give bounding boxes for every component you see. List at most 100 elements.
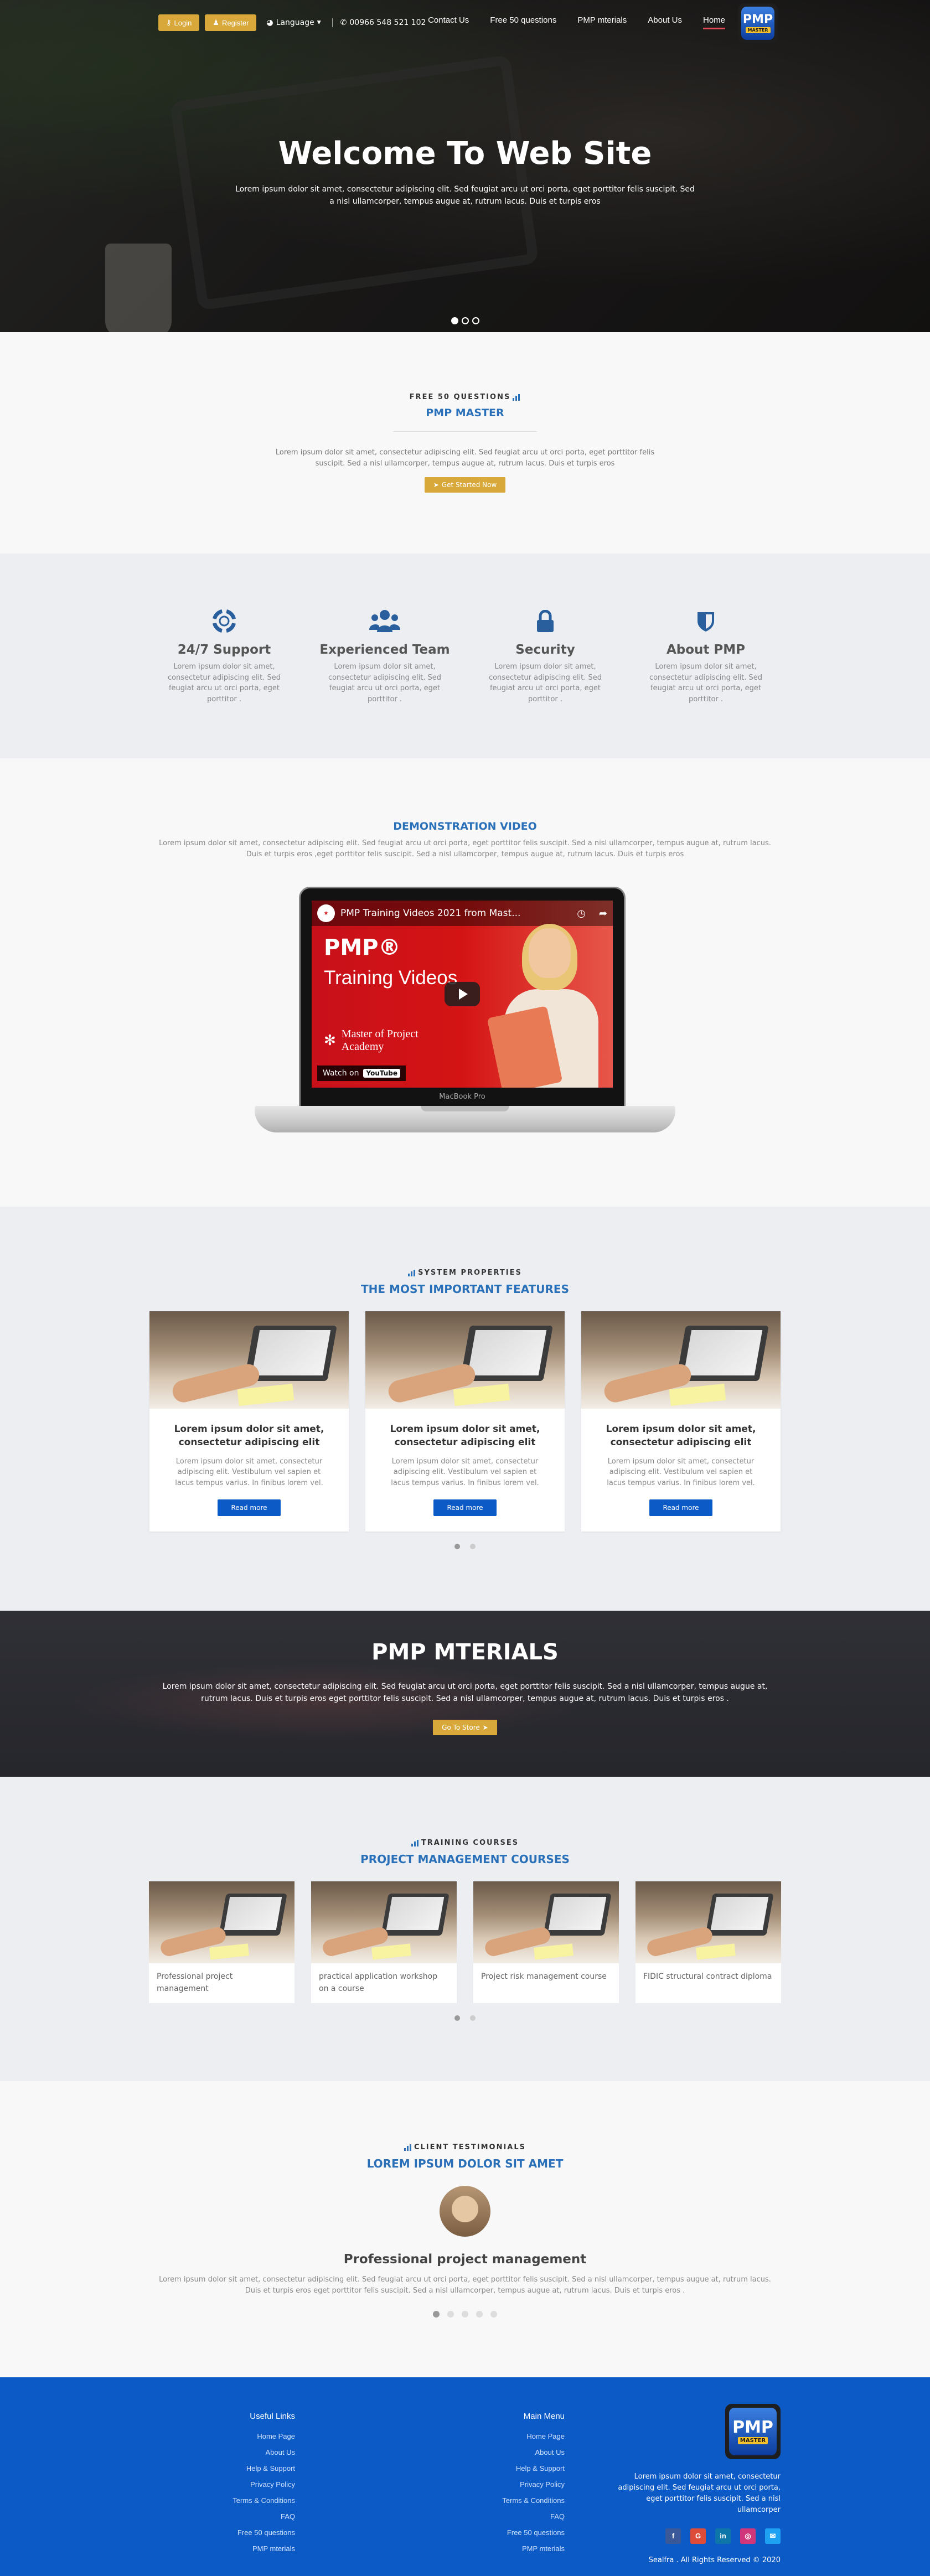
nav-contact-us[interactable]: Contact Us bbox=[428, 15, 469, 29]
courses-slider-dots bbox=[0, 2015, 930, 2021]
hero-section: ⚷ Login ♟ Register ◕ Language ▼ ✆ 00966 … bbox=[0, 0, 930, 332]
main-nav: Contact Us Free 50 questions PMP mterial… bbox=[428, 15, 726, 29]
facebook-icon[interactable]: f bbox=[665, 2528, 681, 2544]
slider-dot-2[interactable] bbox=[470, 1544, 476, 1549]
card-title: Lorem ipsum dolor sit amet, consectetur … bbox=[174, 1424, 324, 1448]
read-more-button[interactable]: Read more bbox=[649, 1499, 712, 1517]
video-title: PMP Training Videos 2021 from Mast... bbox=[340, 908, 521, 919]
footer-logo[interactable]: PMP MASTER bbox=[725, 2404, 781, 2459]
footer-link-free-50[interactable]: Free 50 questions bbox=[502, 2528, 565, 2537]
feature-title: Experienced Team bbox=[319, 643, 450, 657]
footer-link-home[interactable]: Home Page bbox=[232, 2432, 295, 2440]
footer-link-free-50[interactable]: Free 50 questions bbox=[232, 2528, 295, 2537]
main-menu-column: Main Menu Home Page About Us Help & Supp… bbox=[502, 2412, 565, 2561]
presenter-image bbox=[487, 924, 598, 1088]
clock-icon[interactable]: ◷ bbox=[577, 908, 586, 919]
go-to-store-button[interactable]: Go To Store ➤ bbox=[433, 1719, 497, 1735]
footer-link-help[interactable]: Help & Support bbox=[502, 2464, 565, 2472]
testimonial-dot-2[interactable] bbox=[447, 2311, 454, 2318]
feature-title: Security bbox=[515, 643, 575, 657]
useful-links-heading: Useful Links bbox=[250, 2412, 295, 2421]
share-icon[interactable]: ➦ bbox=[599, 908, 607, 919]
course-card[interactable]: Professional project management bbox=[149, 1881, 294, 2003]
footer-link-materials[interactable]: PMP mterials bbox=[232, 2544, 295, 2553]
testimonials-section: Client Testimonials LOREM IPSUM DOLOR SI… bbox=[0, 2081, 930, 2377]
slider-dot-2[interactable] bbox=[470, 2015, 476, 2021]
testimonial-text: Lorem ipsum dolor sit amet, consectetur … bbox=[159, 2275, 771, 2295]
watch-on-youtube-button[interactable]: Watch on YouTube bbox=[317, 1065, 406, 1082]
hero-dot-1[interactable] bbox=[451, 317, 458, 324]
card-title: Lorem ipsum dolor sit amet, consectetur … bbox=[606, 1424, 756, 1448]
macbook-screen: ★ PMP Training Videos 2021 from Mast... … bbox=[299, 887, 626, 1109]
footer-link-terms[interactable]: Terms & Conditions bbox=[232, 2496, 295, 2505]
feature-card: Lorem ipsum dolor sit amet, consectetur … bbox=[581, 1311, 781, 1532]
bar-chart-icon bbox=[408, 1269, 416, 1276]
play-button[interactable] bbox=[445, 982, 480, 1007]
footer-link-terms[interactable]: Terms & Conditions bbox=[502, 2496, 565, 2505]
footer-link-faq[interactable]: FAQ bbox=[232, 2512, 295, 2521]
language-dropdown[interactable]: ◕ Language ▼ bbox=[266, 18, 321, 27]
footer-link-about[interactable]: About Us bbox=[502, 2448, 565, 2456]
read-more-button[interactable]: Read more bbox=[433, 1499, 497, 1517]
course-card[interactable]: FIDIC structural contract diploma bbox=[636, 1881, 781, 2003]
hero-dot-3[interactable] bbox=[472, 317, 479, 324]
feature-team: Experienced Team Lorem ipsum dolor sit a… bbox=[304, 607, 465, 758]
card-photo bbox=[581, 1311, 781, 1409]
course-title: practical application workshop on a cour… bbox=[319, 1972, 438, 1993]
testimonials-kicker: Client Testimonials bbox=[0, 2143, 930, 2151]
card-text: Lorem ipsum dolor sit amet, consectetur … bbox=[175, 1457, 323, 1487]
key-icon: ⚷ bbox=[166, 18, 172, 27]
testimonials-title: LOREM IPSUM DOLOR SIT AMET bbox=[366, 2157, 564, 2170]
card-text: Lorem ipsum dolor sit amet, consectetur … bbox=[391, 1457, 539, 1487]
feature-text: Lorem ipsum dolor sit amet, consectetur … bbox=[649, 663, 763, 704]
get-started-button[interactable]: ➤ Get Started Now bbox=[424, 477, 506, 493]
card-photo bbox=[149, 1311, 349, 1409]
channel-avatar: ★ bbox=[317, 904, 335, 923]
course-photo bbox=[311, 1881, 457, 1963]
shield-icon bbox=[626, 607, 786, 635]
linkedin-icon[interactable]: in bbox=[715, 2528, 731, 2544]
card-title: Lorem ipsum dolor sit amet, consectetur … bbox=[390, 1424, 540, 1448]
testimonial-dot-5[interactable] bbox=[490, 2311, 497, 2318]
footer-link-about[interactable]: About Us bbox=[232, 2448, 295, 2456]
nav-home[interactable]: Home bbox=[702, 15, 726, 29]
hero-text: Lorem ipsum dolor sit amet, consectetur … bbox=[235, 185, 695, 206]
footer-link-home[interactable]: Home Page bbox=[502, 2432, 565, 2440]
footer: Useful Links Home Page About Us Help & S… bbox=[0, 2377, 930, 2576]
properties-cards: Lorem ipsum dolor sit amet, consectetur … bbox=[0, 1311, 930, 1532]
read-more-button[interactable]: Read more bbox=[218, 1499, 281, 1517]
footer-link-privacy[interactable]: Privacy Policy bbox=[232, 2480, 295, 2489]
site-logo[interactable]: PMP MASTER bbox=[738, 3, 778, 43]
nav-about-us[interactable]: About Us bbox=[648, 15, 682, 29]
materials-content: PMP MTERIALS Lorem ipsum dolor sit amet,… bbox=[0, 1611, 930, 1735]
instagram-icon[interactable]: ◎ bbox=[740, 2528, 756, 2544]
card-photo bbox=[365, 1311, 565, 1409]
slider-dot-1[interactable] bbox=[454, 1544, 460, 1549]
hero-dot-2[interactable] bbox=[461, 317, 469, 324]
login-button[interactable]: ⚷ Login bbox=[158, 14, 200, 31]
footer-link-privacy[interactable]: Privacy Policy bbox=[502, 2480, 565, 2489]
register-button[interactable]: ♟ Register bbox=[205, 14, 257, 31]
footer-brand: PMP MASTER Lorem ipsum dolor sit amet, c… bbox=[614, 2404, 781, 2564]
footer-link-faq[interactable]: FAQ bbox=[502, 2512, 565, 2521]
footer-link-help[interactable]: Help & Support bbox=[232, 2464, 295, 2472]
slider-dot-1[interactable] bbox=[454, 2015, 460, 2021]
testimonial-dot-4[interactable] bbox=[476, 2311, 483, 2318]
google-plus-icon[interactable]: G bbox=[690, 2528, 706, 2544]
nav-free-50-questions[interactable]: Free 50 questions bbox=[490, 15, 556, 29]
footer-link-materials[interactable]: PMP mterials bbox=[502, 2544, 565, 2553]
youtube-embed[interactable]: ★ PMP Training Videos 2021 from Mast... … bbox=[312, 901, 613, 1088]
phone-icon: ✆ bbox=[340, 18, 347, 27]
testimonial-dot-1[interactable] bbox=[433, 2311, 440, 2318]
main-menu-heading: Main Menu bbox=[523, 2412, 565, 2421]
twitter-icon[interactable]: ✉ bbox=[765, 2528, 781, 2544]
nav-pmp-materials[interactable]: PMP mterials bbox=[577, 15, 627, 29]
feature-title: 24/7 Support bbox=[177, 643, 271, 657]
feature-title: About PMP bbox=[666, 643, 746, 657]
testimonial-dot-3[interactable] bbox=[462, 2311, 468, 2318]
feature-text: Lorem ipsum dolor sit amet, consectetur … bbox=[328, 663, 442, 704]
rocket-icon: ➤ bbox=[433, 481, 439, 489]
course-card[interactable]: practical application workshop on a cour… bbox=[311, 1881, 457, 2003]
free-questions-text: Lorem ipsum dolor sit amet, consectetur … bbox=[275, 448, 655, 468]
course-card[interactable]: Project risk management course bbox=[473, 1881, 619, 2003]
